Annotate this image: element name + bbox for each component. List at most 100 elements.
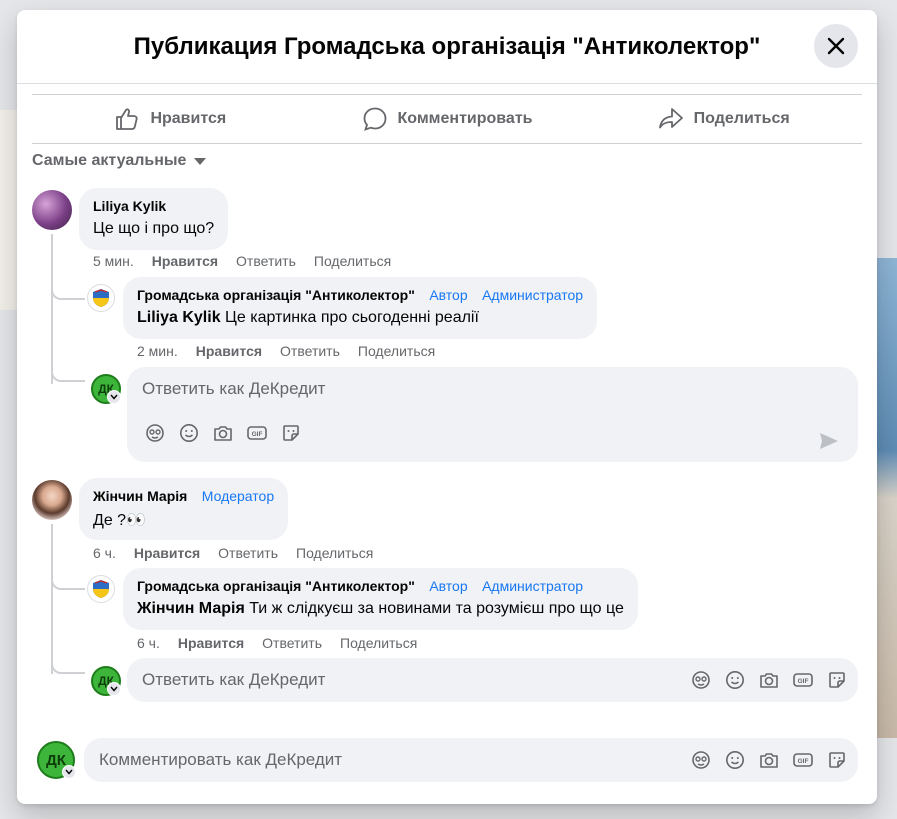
- reply-text: Liliya Kylik Це картинка про сьогоденні …: [137, 309, 583, 327]
- composer-tools: GIF: [144, 422, 302, 444]
- reply-reply-link[interactable]: Ответить: [280, 343, 340, 359]
- comment-like-link[interactable]: Нравится: [152, 253, 218, 269]
- avatar[interactable]: [32, 190, 72, 230]
- reply-time[interactable]: 2 мин.: [137, 343, 178, 359]
- close-button[interactable]: [814, 24, 858, 68]
- comment-input[interactable]: Комментировать как ДеКредит: [99, 750, 342, 770]
- sticker-icon[interactable]: [280, 422, 302, 444]
- comment-text: Це що і про що?: [93, 220, 215, 237]
- thumbs-up-icon: [116, 108, 139, 130]
- comment-bubble-icon: [363, 107, 386, 131]
- reply-body: Це картинка про сьогоденні реалії: [220, 309, 479, 326]
- modal-header: Публикация Громадська організація "Антик…: [17, 10, 877, 84]
- sticker-icon[interactable]: [826, 669, 848, 691]
- reply-like-link[interactable]: Нравится: [178, 635, 244, 651]
- admin-badge: Администратор: [482, 578, 584, 594]
- avatar-sticker-icon[interactable]: [690, 749, 712, 771]
- moderator-badge: Модератор: [201, 488, 275, 504]
- avatar-switch-chevron[interactable]: [62, 765, 76, 779]
- avatar-switch-chevron[interactable]: [107, 682, 121, 696]
- comment-author[interactable]: Жінчин Марія: [93, 488, 187, 504]
- sticker-icon[interactable]: [826, 749, 848, 771]
- caret-down-icon: [194, 157, 207, 165]
- background-photo-right: [875, 258, 897, 738]
- reply-like-link[interactable]: Нравится: [196, 343, 262, 359]
- gif-icon[interactable]: GIF: [246, 422, 268, 444]
- thread-branch: [51, 640, 85, 674]
- reply-meta: 2 мин. Нравится Ответить Поделиться: [137, 343, 435, 359]
- share-button[interactable]: Поделиться: [585, 95, 862, 143]
- org-avatar[interactable]: [87, 575, 115, 603]
- like-button[interactable]: Нравится: [32, 95, 309, 143]
- send-icon[interactable]: [818, 430, 840, 452]
- emoji-icon[interactable]: [724, 669, 746, 691]
- emoji-icon[interactable]: [178, 422, 200, 444]
- svg-text:GIF: GIF: [798, 758, 809, 765]
- svg-text:GIF: GIF: [798, 678, 809, 685]
- thread-branch: [51, 270, 85, 300]
- comment-time[interactable]: 5 мин.: [93, 253, 134, 269]
- reply-input[interactable]: Ответить как ДеКредит: [142, 379, 325, 399]
- comment-label: Комментировать: [397, 110, 533, 127]
- author-badge: Автор: [429, 578, 468, 594]
- comment-sort-dropdown[interactable]: Самые актуальные: [32, 152, 207, 170]
- comment-reply-link[interactable]: Ответить: [236, 253, 296, 269]
- comment-like-link[interactable]: Нравится: [134, 545, 200, 561]
- shield-logo-icon: [93, 580, 109, 598]
- chevron-down-icon: [110, 686, 118, 692]
- thread-branch: [51, 560, 85, 590]
- comment-reply-link[interactable]: Ответить: [218, 545, 278, 561]
- reply-text: Жінчин Марія Ти ж слідкуєш за новинами т…: [137, 600, 624, 618]
- comment-meta: 5 мин. Нравится Ответить Поделиться: [93, 253, 391, 269]
- background-post-left: [0, 110, 18, 310]
- like-label: Нравится: [150, 110, 227, 127]
- comment-share-link[interactable]: Поделиться: [296, 545, 373, 561]
- emoji-icon[interactable]: [724, 749, 746, 771]
- comment-bubble: Liliya Kylik Це що і про що?: [79, 188, 229, 250]
- comment-text: Де ?👀: [93, 512, 146, 529]
- chevron-down-icon: [110, 394, 118, 400]
- post-modal: Публикация Громадська організація "Антик…: [17, 10, 877, 804]
- reply-bubble: Громадська організація "Антиколектор" Ав…: [123, 277, 598, 339]
- reply-input[interactable]: Ответить как ДеКредит: [142, 670, 325, 690]
- reply-body: Ти ж слідкуєш за новинами та розумієш пр…: [244, 600, 624, 617]
- page-avatar-text: ДК: [46, 751, 66, 769]
- camera-icon[interactable]: [758, 669, 780, 691]
- shield-logo-icon: [93, 289, 109, 307]
- org-avatar[interactable]: [87, 284, 115, 312]
- comment-time[interactable]: 6 ч.: [93, 545, 116, 561]
- sort-label: Самые актуальные: [32, 152, 187, 169]
- admin-badge: Администратор: [482, 287, 584, 303]
- chevron-down-icon: [65, 769, 73, 775]
- gif-icon[interactable]: GIF: [792, 749, 814, 771]
- reply-author[interactable]: Громадська організація "Антиколектор": [137, 287, 415, 303]
- reply-author[interactable]: Громадська організація "Антиколектор": [137, 578, 415, 594]
- avatar-sticker-icon[interactable]: [144, 422, 166, 444]
- avatar[interactable]: [32, 480, 72, 520]
- comment-meta: 6 ч. Нравится Ответить Поделиться: [93, 545, 373, 561]
- gif-icon[interactable]: GIF: [792, 669, 814, 691]
- comment-composer[interactable]: Комментировать как ДеКредит GIF: [84, 738, 858, 782]
- mention-link[interactable]: Liliya Kylik: [137, 309, 221, 326]
- avatar-sticker-icon[interactable]: [690, 669, 712, 691]
- reply-composer[interactable]: Ответить как ДеКредит GIF: [127, 367, 858, 462]
- comment-button[interactable]: Комментировать: [309, 95, 586, 143]
- composer-tools: GIF: [690, 669, 848, 691]
- modal-title: Публикация Громадська організація "Антик…: [133, 32, 761, 60]
- comment-author[interactable]: Liliya Kylik: [93, 198, 166, 214]
- reply-composer[interactable]: Ответить как ДеКредит GIF: [127, 658, 858, 702]
- comment-share-link[interactable]: Поделиться: [314, 253, 391, 269]
- reply-reply-link[interactable]: Ответить: [262, 635, 322, 651]
- share-arrow-icon: [658, 108, 683, 129]
- avatar-switch-chevron[interactable]: [107, 390, 121, 404]
- reply-time[interactable]: 6 ч.: [137, 635, 160, 651]
- close-icon: [827, 37, 845, 55]
- reply-share-link[interactable]: Поделиться: [340, 635, 417, 651]
- reply-meta: 6 ч. Нравится Ответить Поделиться: [137, 635, 417, 651]
- reply-share-link[interactable]: Поделиться: [358, 343, 435, 359]
- camera-icon[interactable]: [212, 422, 234, 444]
- post-action-bar: Нравится Комментировать Поделиться: [32, 94, 862, 144]
- mention-link[interactable]: Жінчин Марія: [137, 600, 245, 617]
- author-badge: Автор: [429, 287, 468, 303]
- camera-icon[interactable]: [758, 749, 780, 771]
